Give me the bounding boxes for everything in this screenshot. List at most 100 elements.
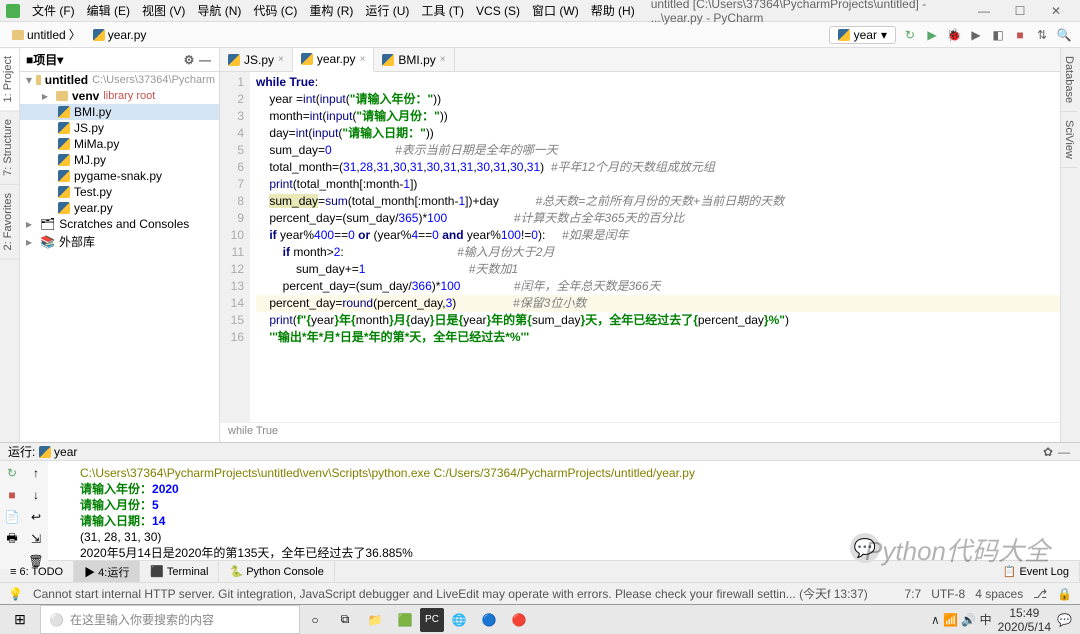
- run-icon[interactable]: ▶: [924, 27, 940, 43]
- rerun-button[interactable]: ↻: [4, 465, 20, 481]
- scroll-end-icon[interactable]: ⇲: [28, 531, 44, 547]
- close-icon[interactable]: ×: [440, 54, 446, 65]
- wechat-icon: 💬: [850, 533, 880, 563]
- project-title: 项目: [33, 51, 57, 68]
- python-icon: [58, 138, 70, 150]
- menu-item[interactable]: 窗口 (W): [526, 4, 585, 18]
- stop-button[interactable]: ■: [4, 487, 20, 503]
- menu-item[interactable]: 重构 (R): [303, 4, 359, 18]
- scroll-up-icon[interactable]: ↑: [28, 465, 44, 481]
- menu-item[interactable]: VCS (S): [470, 4, 526, 18]
- indent[interactable]: 4 spaces: [975, 587, 1023, 601]
- menu-item[interactable]: 视图 (V): [136, 4, 191, 18]
- system-tray[interactable]: ∧ 📶 🔊 中 15:492020/5/14 💬: [923, 606, 1080, 634]
- explorer-icon[interactable]: 📁: [360, 605, 390, 634]
- tree-file[interactable]: JS.py: [20, 120, 219, 136]
- favorites-tool-tab[interactable]: 2: Favorites: [0, 185, 19, 259]
- coverage-icon[interactable]: ▶: [968, 27, 984, 43]
- profile-icon[interactable]: ◧: [990, 27, 1006, 43]
- tree-file[interactable]: BMI.py: [20, 104, 219, 120]
- python-icon: [93, 29, 105, 41]
- bottom-tab[interactable]: ▶ 4:运行: [74, 561, 140, 582]
- code-editor[interactable]: 12345678910111213141516 while True: year…: [220, 72, 1060, 422]
- search-icon[interactable]: 🔍: [1056, 27, 1072, 43]
- chrome-icon[interactable]: 🔴: [504, 605, 534, 634]
- editor-tab[interactable]: BMI.py×: [374, 48, 454, 71]
- python-icon: [58, 186, 70, 198]
- encoding[interactable]: UTF-8: [931, 587, 965, 601]
- editor-tab[interactable]: year.py×: [293, 48, 375, 72]
- run-config-selector[interactable]: year▾: [829, 26, 896, 44]
- close-button[interactable]: ✕: [1038, 4, 1074, 18]
- python-icon: [39, 446, 51, 458]
- bulb-icon[interactable]: 💡: [8, 587, 23, 601]
- sciview-tool-tab[interactable]: SciView: [1061, 112, 1077, 168]
- code-content[interactable]: while True: year =int(input("请输入年份：")) m…: [250, 72, 1060, 422]
- bottom-tab[interactable]: ⬛ Terminal: [140, 561, 219, 582]
- menu-item[interactable]: 文件 (F): [26, 4, 81, 18]
- breadcrumb-file[interactable]: year.py: [89, 27, 151, 43]
- ie-icon[interactable]: 🌐: [444, 605, 474, 634]
- taskbar-search[interactable]: ⚪ 在这里输入你要搜索的内容: [40, 605, 300, 634]
- maximize-button[interactable]: ☐: [1002, 4, 1038, 18]
- print-button[interactable]: 🖶: [4, 531, 20, 547]
- soft-wrap-icon[interactable]: ↩: [28, 509, 44, 525]
- menu-item[interactable]: 运行 (U): [359, 4, 415, 18]
- python-icon: [228, 54, 240, 66]
- app-icon[interactable]: 🟩: [390, 605, 420, 634]
- run-controls-2: ↑ ↓ ↩ ⇲ 🗑: [24, 461, 48, 569]
- folder-icon: [36, 75, 41, 85]
- toolbar: untitled〉 year.py year▾ ↻ ▶ 🐞 ▶ ◧ ■ ⇅ 🔍: [0, 22, 1080, 48]
- debug-icon[interactable]: 🐞: [946, 27, 962, 43]
- menu-item[interactable]: 工具 (T): [415, 4, 470, 18]
- collapse-icon[interactable]: —: [197, 52, 213, 68]
- lock-icon[interactable]: 🔒: [1057, 587, 1072, 601]
- vcs-icon[interactable]: ⇅: [1034, 27, 1050, 43]
- cortana-icon[interactable]: ○: [300, 605, 330, 634]
- bottom-tab[interactable]: ≡ 6: TODO: [0, 561, 74, 582]
- python-icon: [301, 53, 313, 65]
- tree-scratches[interactable]: ▸🗂 Scratches and Consoles: [20, 216, 219, 232]
- tree-external[interactable]: ▸📚 外部库: [20, 232, 219, 251]
- pycharm-icon[interactable]: PC: [420, 608, 444, 632]
- stop-button[interactable]: ■: [1012, 27, 1028, 43]
- tree-venv[interactable]: ▸venv library root: [20, 88, 219, 104]
- scroll-down-icon[interactable]: ↓: [28, 487, 44, 503]
- up-button[interactable]: 📄: [4, 509, 20, 525]
- close-icon[interactable]: ×: [278, 54, 284, 65]
- bottom-tab[interactable]: 🐍 Python Console: [219, 561, 334, 582]
- run-config-name: year: [54, 445, 77, 459]
- project-tree[interactable]: ▾untitled C:\Users\37364\Pycharm ▸venv l…: [20, 72, 219, 442]
- close-icon[interactable]: ×: [360, 54, 366, 65]
- breadcrumb-dir[interactable]: untitled〉: [8, 25, 85, 44]
- taskview-icon[interactable]: ⧉: [330, 605, 360, 634]
- tree-file[interactable]: pygame-snak.py: [20, 168, 219, 184]
- python-icon: [838, 29, 850, 41]
- console-output[interactable]: C:\Users\37364\PycharmProjects\untitled\…: [72, 461, 1080, 569]
- structure-tool-tab[interactable]: 7: Structure: [0, 111, 19, 185]
- python-icon: [58, 202, 70, 214]
- tree-file[interactable]: Test.py: [20, 184, 219, 200]
- start-button[interactable]: ⊞: [0, 605, 40, 634]
- gear-icon[interactable]: ✿: [1040, 444, 1056, 460]
- tree-root[interactable]: ▾untitled C:\Users\37364\Pycharm: [20, 72, 219, 88]
- gear-icon[interactable]: ⚙: [181, 52, 197, 68]
- menu-item[interactable]: 导航 (N): [191, 4, 247, 18]
- hide-icon[interactable]: —: [1056, 444, 1072, 460]
- git-icon[interactable]: ⎇: [1033, 587, 1047, 601]
- tree-file[interactable]: MJ.py: [20, 152, 219, 168]
- tree-file[interactable]: MiMa.py: [20, 136, 219, 152]
- menu-item[interactable]: 帮助 (H): [585, 4, 641, 18]
- database-tool-tab[interactable]: Database: [1061, 48, 1077, 112]
- project-tool-tab[interactable]: 1: Project: [0, 48, 19, 111]
- event-log-tab[interactable]: 📋 Event Log: [993, 561, 1080, 582]
- menu-item[interactable]: 代码 (C): [247, 4, 303, 18]
- run-button[interactable]: ↻: [902, 27, 918, 43]
- minimize-button[interactable]: —: [966, 4, 1002, 18]
- editor-tab[interactable]: JS.py×: [220, 48, 293, 71]
- status-bar: 💡 Cannot start internal HTTP server. Git…: [0, 582, 1080, 604]
- tree-file[interactable]: year.py: [20, 200, 219, 216]
- edge-icon[interactable]: 🔵: [474, 605, 504, 634]
- python-icon: [58, 106, 70, 118]
- menu-item[interactable]: 编辑 (E): [81, 4, 136, 18]
